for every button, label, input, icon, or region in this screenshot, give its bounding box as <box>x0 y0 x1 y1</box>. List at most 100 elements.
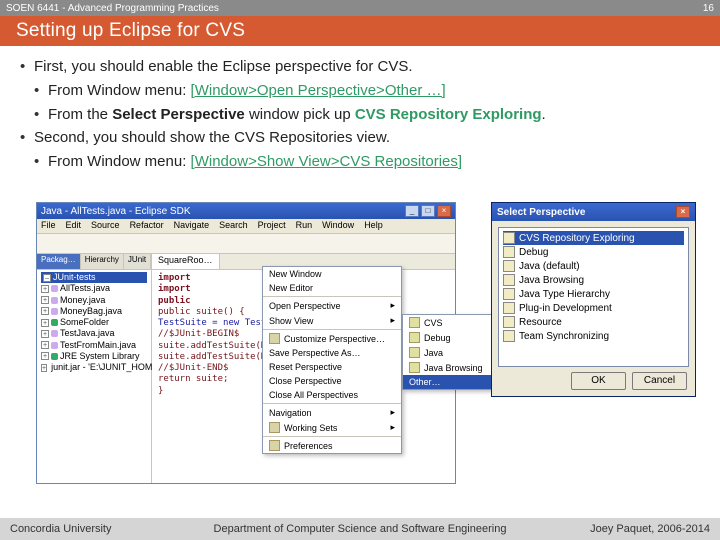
open-perspective-submenu: CVS Debug Java Java Browsing Other… <box>402 314 497 390</box>
menu-entry[interactable]: New Editor <box>263 281 401 295</box>
minimize-icon[interactable]: _ <box>405 205 419 217</box>
bullet-2: Second, you should show the CVS Reposito… <box>20 127 700 149</box>
menu-item[interactable]: Help <box>364 220 383 232</box>
gear-icon <box>269 333 280 344</box>
header-strip: SOEN 6441 - Advanced Programming Practic… <box>0 0 720 16</box>
list-item[interactable]: Java Type Hierarchy <box>503 287 684 301</box>
maximize-icon[interactable]: □ <box>421 205 435 217</box>
dialog-titlebar: Select Perspective × <box>492 203 695 221</box>
side-tab[interactable]: JUnit <box>124 254 151 269</box>
submenu-entry[interactable]: Debug <box>403 330 496 345</box>
tree-item[interactable]: +TestFromMain.java <box>41 340 147 351</box>
list-item[interactable]: Java Browsing <box>503 273 684 287</box>
menu-entry[interactable]: Customize Perspective… <box>263 329 401 346</box>
menu-item[interactable]: Run <box>296 220 313 232</box>
list-item[interactable]: Plug-in Development <box>503 301 684 315</box>
footer-mid: Department of Computer Science and Softw… <box>214 523 507 535</box>
editor-tab[interactable]: SquareRoo… <box>152 254 220 269</box>
debug-icon <box>409 332 420 343</box>
debug-icon <box>503 246 515 258</box>
bullet-1-1: From Window menu: [Window>Open Perspecti… <box>20 80 700 102</box>
course-code: SOEN 6441 - Advanced Programming Practic… <box>6 3 219 14</box>
screenshot-area: Java - AllTests.java - Eclipse SDK _ □ ×… <box>36 202 696 487</box>
cvs-icon <box>409 317 420 328</box>
menu-entry[interactable]: Save Perspective As… <box>263 346 401 360</box>
submenu-entry[interactable]: Java Browsing <box>403 360 496 375</box>
tree-item[interactable]: +TestJava.java <box>41 328 147 339</box>
list-item[interactable]: Debug <box>503 245 684 259</box>
workingset-icon <box>269 422 280 433</box>
slide-number: 16 <box>703 3 714 14</box>
dialog-title: Select Perspective <box>497 207 585 218</box>
java-icon <box>503 260 515 272</box>
window-menu-dropdown: New Window New Editor Open Perspective▸ … <box>262 266 402 454</box>
list-item[interactable]: CVS Repository Exploring <box>503 231 684 245</box>
editor-area: SquareRoo… import import public public s… <box>152 254 455 483</box>
menu-item[interactable]: Project <box>258 220 286 232</box>
menu-entry[interactable]: Show View▸ <box>263 313 401 328</box>
side-tab[interactable]: Packag… <box>37 254 81 269</box>
submenu-entry-other[interactable]: Other… <box>403 375 496 389</box>
menu-entry[interactable]: Navigation▸ <box>263 403 401 420</box>
list-item[interactable]: Team Synchronizing <box>503 329 684 343</box>
menu-entry[interactable]: Reset Perspective <box>263 360 401 374</box>
footer-right: Joey Paquet, 2006-2014 <box>590 523 710 535</box>
menu-path-link-2: [Window>Show View>CVS Repositories] <box>191 153 463 170</box>
menu-entry[interactable]: New Window <box>263 267 401 281</box>
cvs-repo-icon <box>503 232 515 244</box>
menu-entry[interactable]: Working Sets▸ <box>263 420 401 435</box>
perspective-list: CVS Repository Exploring Debug Java (def… <box>498 227 689 367</box>
submenu-entry[interactable]: Java <box>403 345 496 360</box>
menu-entry[interactable]: Preferences <box>263 436 401 453</box>
plugin-icon <box>503 302 515 314</box>
eclipse-window: Java - AllTests.java - Eclipse SDK _ □ ×… <box>36 202 456 484</box>
footer-left: Concordia University <box>10 523 111 535</box>
eclipse-titlebar: Java - AllTests.java - Eclipse SDK _ □ × <box>37 203 455 219</box>
side-tab[interactable]: Hierarchy <box>81 254 124 269</box>
close-icon[interactable]: × <box>437 205 451 217</box>
package-explorer: Packag… Hierarchy JUnit –JUnit-tests +Al… <box>37 254 152 483</box>
menu-path-link: [Window>Open Perspective>Other …] <box>191 82 446 99</box>
menu-item[interactable]: Source <box>91 220 120 232</box>
ok-button[interactable]: OK <box>571 372 626 390</box>
list-item[interactable]: Java (default) <box>503 259 684 273</box>
submenu-entry[interactable]: CVS <box>403 315 496 330</box>
project-tree: –JUnit-tests +AllTests.java +Money.java … <box>37 270 151 375</box>
hierarchy-icon <box>503 288 515 300</box>
menu-item[interactable]: Edit <box>66 220 82 232</box>
java-browsing-icon <box>503 274 515 286</box>
menu-item[interactable]: Window <box>322 220 354 232</box>
tree-item[interactable]: +Money.java <box>41 295 147 306</box>
menu-item[interactable]: File <box>41 220 56 232</box>
java-browsing-icon <box>409 362 420 373</box>
menu-item[interactable]: Navigate <box>174 220 210 232</box>
resource-icon <box>503 316 515 328</box>
slide-title-bar: Setting up Eclipse for CVS <box>0 16 720 46</box>
menu-entry[interactable]: Close Perspective <box>263 374 401 388</box>
bullet-2-1: From Window menu: [Window>Show View>CVS … <box>20 151 700 173</box>
select-perspective-dialog: Select Perspective × CVS Repository Expl… <box>491 202 696 397</box>
tree-item[interactable]: +MoneyBag.java <box>41 306 147 317</box>
tree-item[interactable]: +AllTests.java <box>41 283 147 294</box>
close-icon[interactable]: × <box>676 206 690 218</box>
tree-item[interactable]: +junit.jar - 'E:\JUNIT_HOME' - 'D:\eclip… <box>41 362 147 373</box>
eclipse-toolbar <box>37 234 455 254</box>
prefs-icon <box>269 440 280 451</box>
java-icon <box>409 347 420 358</box>
menu-item[interactable]: Refactor <box>130 220 164 232</box>
slide-title: Setting up Eclipse for CVS <box>16 20 245 42</box>
team-icon <box>503 330 515 342</box>
bullet-1-2: From the Select Perspective window pick … <box>20 104 700 126</box>
tree-item[interactable]: +JRE System Library <box>41 351 147 362</box>
bullet-1: First, you should enable the Eclipse per… <box>20 56 700 78</box>
list-item[interactable]: Resource <box>503 315 684 329</box>
tree-item[interactable]: +SomeFolder <box>41 317 147 328</box>
eclipse-title: Java - AllTests.java - Eclipse SDK <box>41 206 191 217</box>
menu-entry[interactable]: Close All Perspectives <box>263 388 401 402</box>
menu-entry[interactable]: Open Perspective▸ <box>263 296 401 313</box>
tree-root[interactable]: –JUnit-tests <box>41 272 147 283</box>
cancel-button[interactable]: Cancel <box>632 372 687 390</box>
menu-item[interactable]: Search <box>219 220 248 232</box>
eclipse-menubar: File Edit Source Refactor Navigate Searc… <box>37 219 455 234</box>
slide-body: First, you should enable the Eclipse per… <box>0 46 720 173</box>
